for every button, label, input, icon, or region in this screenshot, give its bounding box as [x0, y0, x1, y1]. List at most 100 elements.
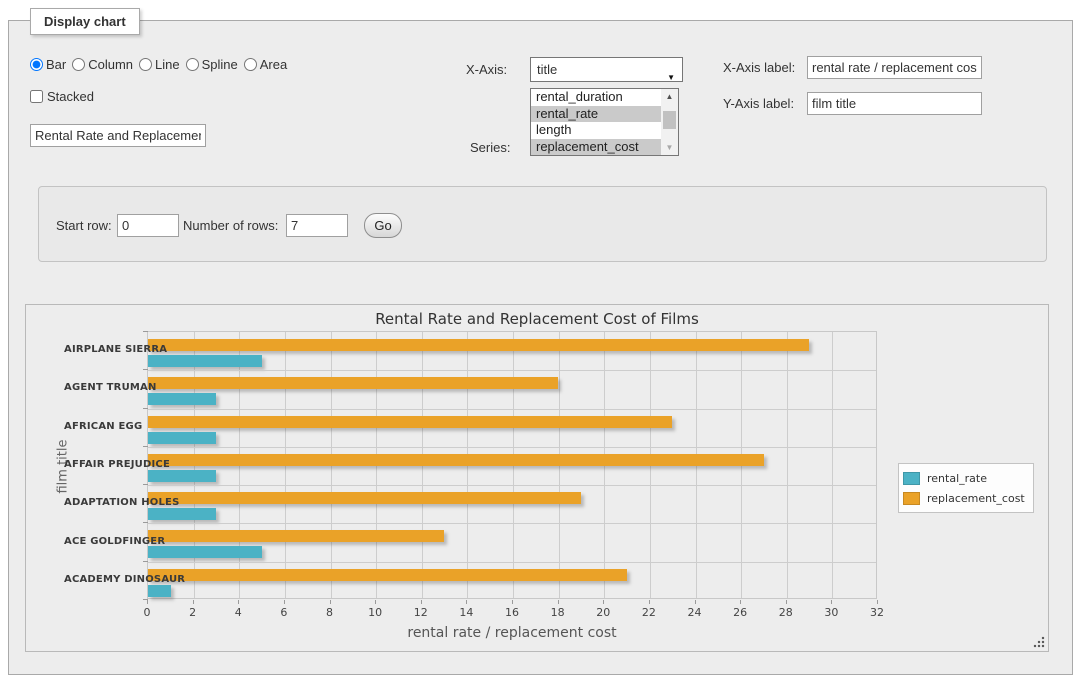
- legend-item-replacement_cost: replacement_cost: [903, 488, 1025, 508]
- y-category-label: ACE GOLDFINGER: [64, 536, 139, 547]
- scroll-up-icon[interactable]: ▲: [661, 89, 678, 104]
- x-axis-tick-label: 8: [312, 606, 348, 619]
- gridline-horizontal: [148, 447, 876, 448]
- chart-title: Rental Rate and Replacement Cost of Film…: [26, 310, 1048, 328]
- y-category-label: AFRICAN EGG: [64, 421, 139, 432]
- y-axis-tick: [143, 369, 148, 370]
- chart-legend: rental_rate replacement_cost: [898, 463, 1034, 513]
- chart-plot-area: [147, 331, 877, 599]
- bar-rental_rate: [148, 546, 262, 558]
- legend-label: replacement_cost: [927, 492, 1025, 505]
- x-axis-tick: [284, 600, 285, 604]
- x-axis-tick-label: 16: [494, 606, 530, 619]
- x-axis-tick-label: 32: [859, 606, 895, 619]
- y-category-label: AGENT TRUMAN: [64, 382, 139, 393]
- chart-type-radio-spline[interactable]: [186, 58, 199, 71]
- series-option-rental_duration[interactable]: rental_duration: [531, 89, 662, 106]
- number-of-rows-input[interactable]: [286, 214, 348, 237]
- bar-replacement_cost: [148, 492, 581, 504]
- x-axis-tick-label: 0: [129, 606, 165, 619]
- series-option-length[interactable]: length: [531, 122, 662, 139]
- legend-label: rental_rate: [927, 472, 987, 485]
- y-axis-label-field-label: Y-Axis label:: [723, 96, 794, 111]
- chart-x-axis-title: rental rate / replacement cost: [147, 625, 877, 641]
- series-select-label: Series:: [470, 140, 510, 155]
- x-axis-tick: [786, 600, 787, 604]
- fieldset-legend: Display chart: [30, 8, 140, 35]
- chevron-down-icon: ▼: [667, 66, 675, 89]
- x-axis-tick-label: 14: [448, 606, 484, 619]
- y-category-label: AFFAIR PREJUDICE: [64, 459, 139, 470]
- series-option-rental_rate[interactable]: rental_rate: [531, 106, 662, 123]
- start-row-input[interactable]: [117, 214, 179, 237]
- y-axis-tick: [143, 331, 148, 332]
- chart-type-radio-column[interactable]: [72, 58, 85, 71]
- series-option-replacement_cost[interactable]: replacement_cost: [531, 139, 662, 156]
- x-axis-tick: [649, 600, 650, 604]
- gridline-vertical: [832, 332, 833, 598]
- bar-replacement_cost: [148, 339, 809, 351]
- x-axis-tick: [831, 600, 832, 604]
- x-axis-tick-label: 30: [813, 606, 849, 619]
- x-axis-tick-label: 20: [585, 606, 621, 619]
- listbox-scrollbar[interactable]: ▲ ▼: [661, 89, 678, 155]
- x-axis-tick: [466, 600, 467, 604]
- x-axis-tick: [147, 600, 148, 604]
- x-axis-tick: [877, 600, 878, 604]
- x-axis-tick: [193, 600, 194, 604]
- x-axis-select[interactable]: title ▼: [530, 57, 683, 82]
- y-category-label: AIRPLANE SIERRA: [64, 344, 139, 355]
- scroll-down-icon[interactable]: ▼: [661, 140, 678, 155]
- chart-type-radio-bar[interactable]: [30, 58, 43, 71]
- x-axis-selected-value: title: [537, 62, 557, 77]
- scrollbar-thumb[interactable]: [663, 111, 676, 129]
- legend-item-rental_rate: rental_rate: [903, 468, 1025, 488]
- bar-rental_rate: [148, 355, 262, 367]
- y-axis-tick: [143, 484, 148, 485]
- x-axis-tick: [238, 600, 239, 604]
- chart-type-radio-label: Area: [260, 57, 287, 72]
- x-axis-tick-label: 22: [631, 606, 667, 619]
- chart-type-radio-group: BarColumnLineSplineArea: [30, 57, 293, 72]
- rows-panel: Start row: Number of rows: Go: [38, 186, 1047, 262]
- go-button[interactable]: Go: [364, 213, 402, 238]
- x-axis-tick: [695, 600, 696, 604]
- bar-rental_rate: [148, 508, 216, 520]
- resize-handle-icon[interactable]: [1033, 636, 1045, 648]
- chart-type-radio-label: Spline: [202, 57, 238, 72]
- chart-type-radio-area[interactable]: [244, 58, 257, 71]
- stacked-checkbox-label: Stacked: [30, 89, 94, 104]
- y-category-label: ADAPTATION HOLES: [64, 497, 139, 508]
- x-axis-tick: [375, 600, 376, 604]
- bar-rental_rate: [148, 585, 171, 597]
- stacked-checkbox[interactable]: [30, 90, 43, 103]
- x-axis-label-input[interactable]: [807, 56, 982, 79]
- series-multiselect[interactable]: ▲ ▼ rental_durationrental_ratelengthrepl…: [530, 88, 679, 156]
- start-row-label: Start row:: [56, 218, 112, 233]
- x-axis-tick-label: 24: [677, 606, 713, 619]
- chart-type-radio-label: Line: [155, 57, 180, 72]
- bar-replacement_cost: [148, 416, 672, 428]
- x-axis-tick: [740, 600, 741, 604]
- chart-type-radio-label: Bar: [46, 57, 66, 72]
- legend-swatch: [903, 492, 920, 505]
- x-axis-tick: [558, 600, 559, 604]
- bar-rental_rate: [148, 393, 216, 405]
- y-axis-label-input[interactable]: [807, 92, 982, 115]
- x-axis-tick-label: 12: [403, 606, 439, 619]
- x-axis-tick: [603, 600, 604, 604]
- bar-replacement_cost: [148, 569, 627, 581]
- x-axis-select-label: X-Axis:: [466, 62, 507, 77]
- x-axis-tick: [330, 600, 331, 604]
- chart-type-radio-line[interactable]: [139, 58, 152, 71]
- y-axis-tick: [143, 561, 148, 562]
- chart-area: Rental Rate and Replacement Cost of Film…: [25, 304, 1049, 652]
- x-axis-tick-label: 10: [357, 606, 393, 619]
- chart-type-option-line: Line: [139, 57, 180, 72]
- y-axis-tick: [143, 446, 148, 447]
- y-axis-tick: [143, 408, 148, 409]
- chart-title-input[interactable]: [30, 124, 206, 147]
- gridline-horizontal: [148, 562, 876, 563]
- x-axis-tick-label: 2: [175, 606, 211, 619]
- bar-replacement_cost: [148, 530, 444, 542]
